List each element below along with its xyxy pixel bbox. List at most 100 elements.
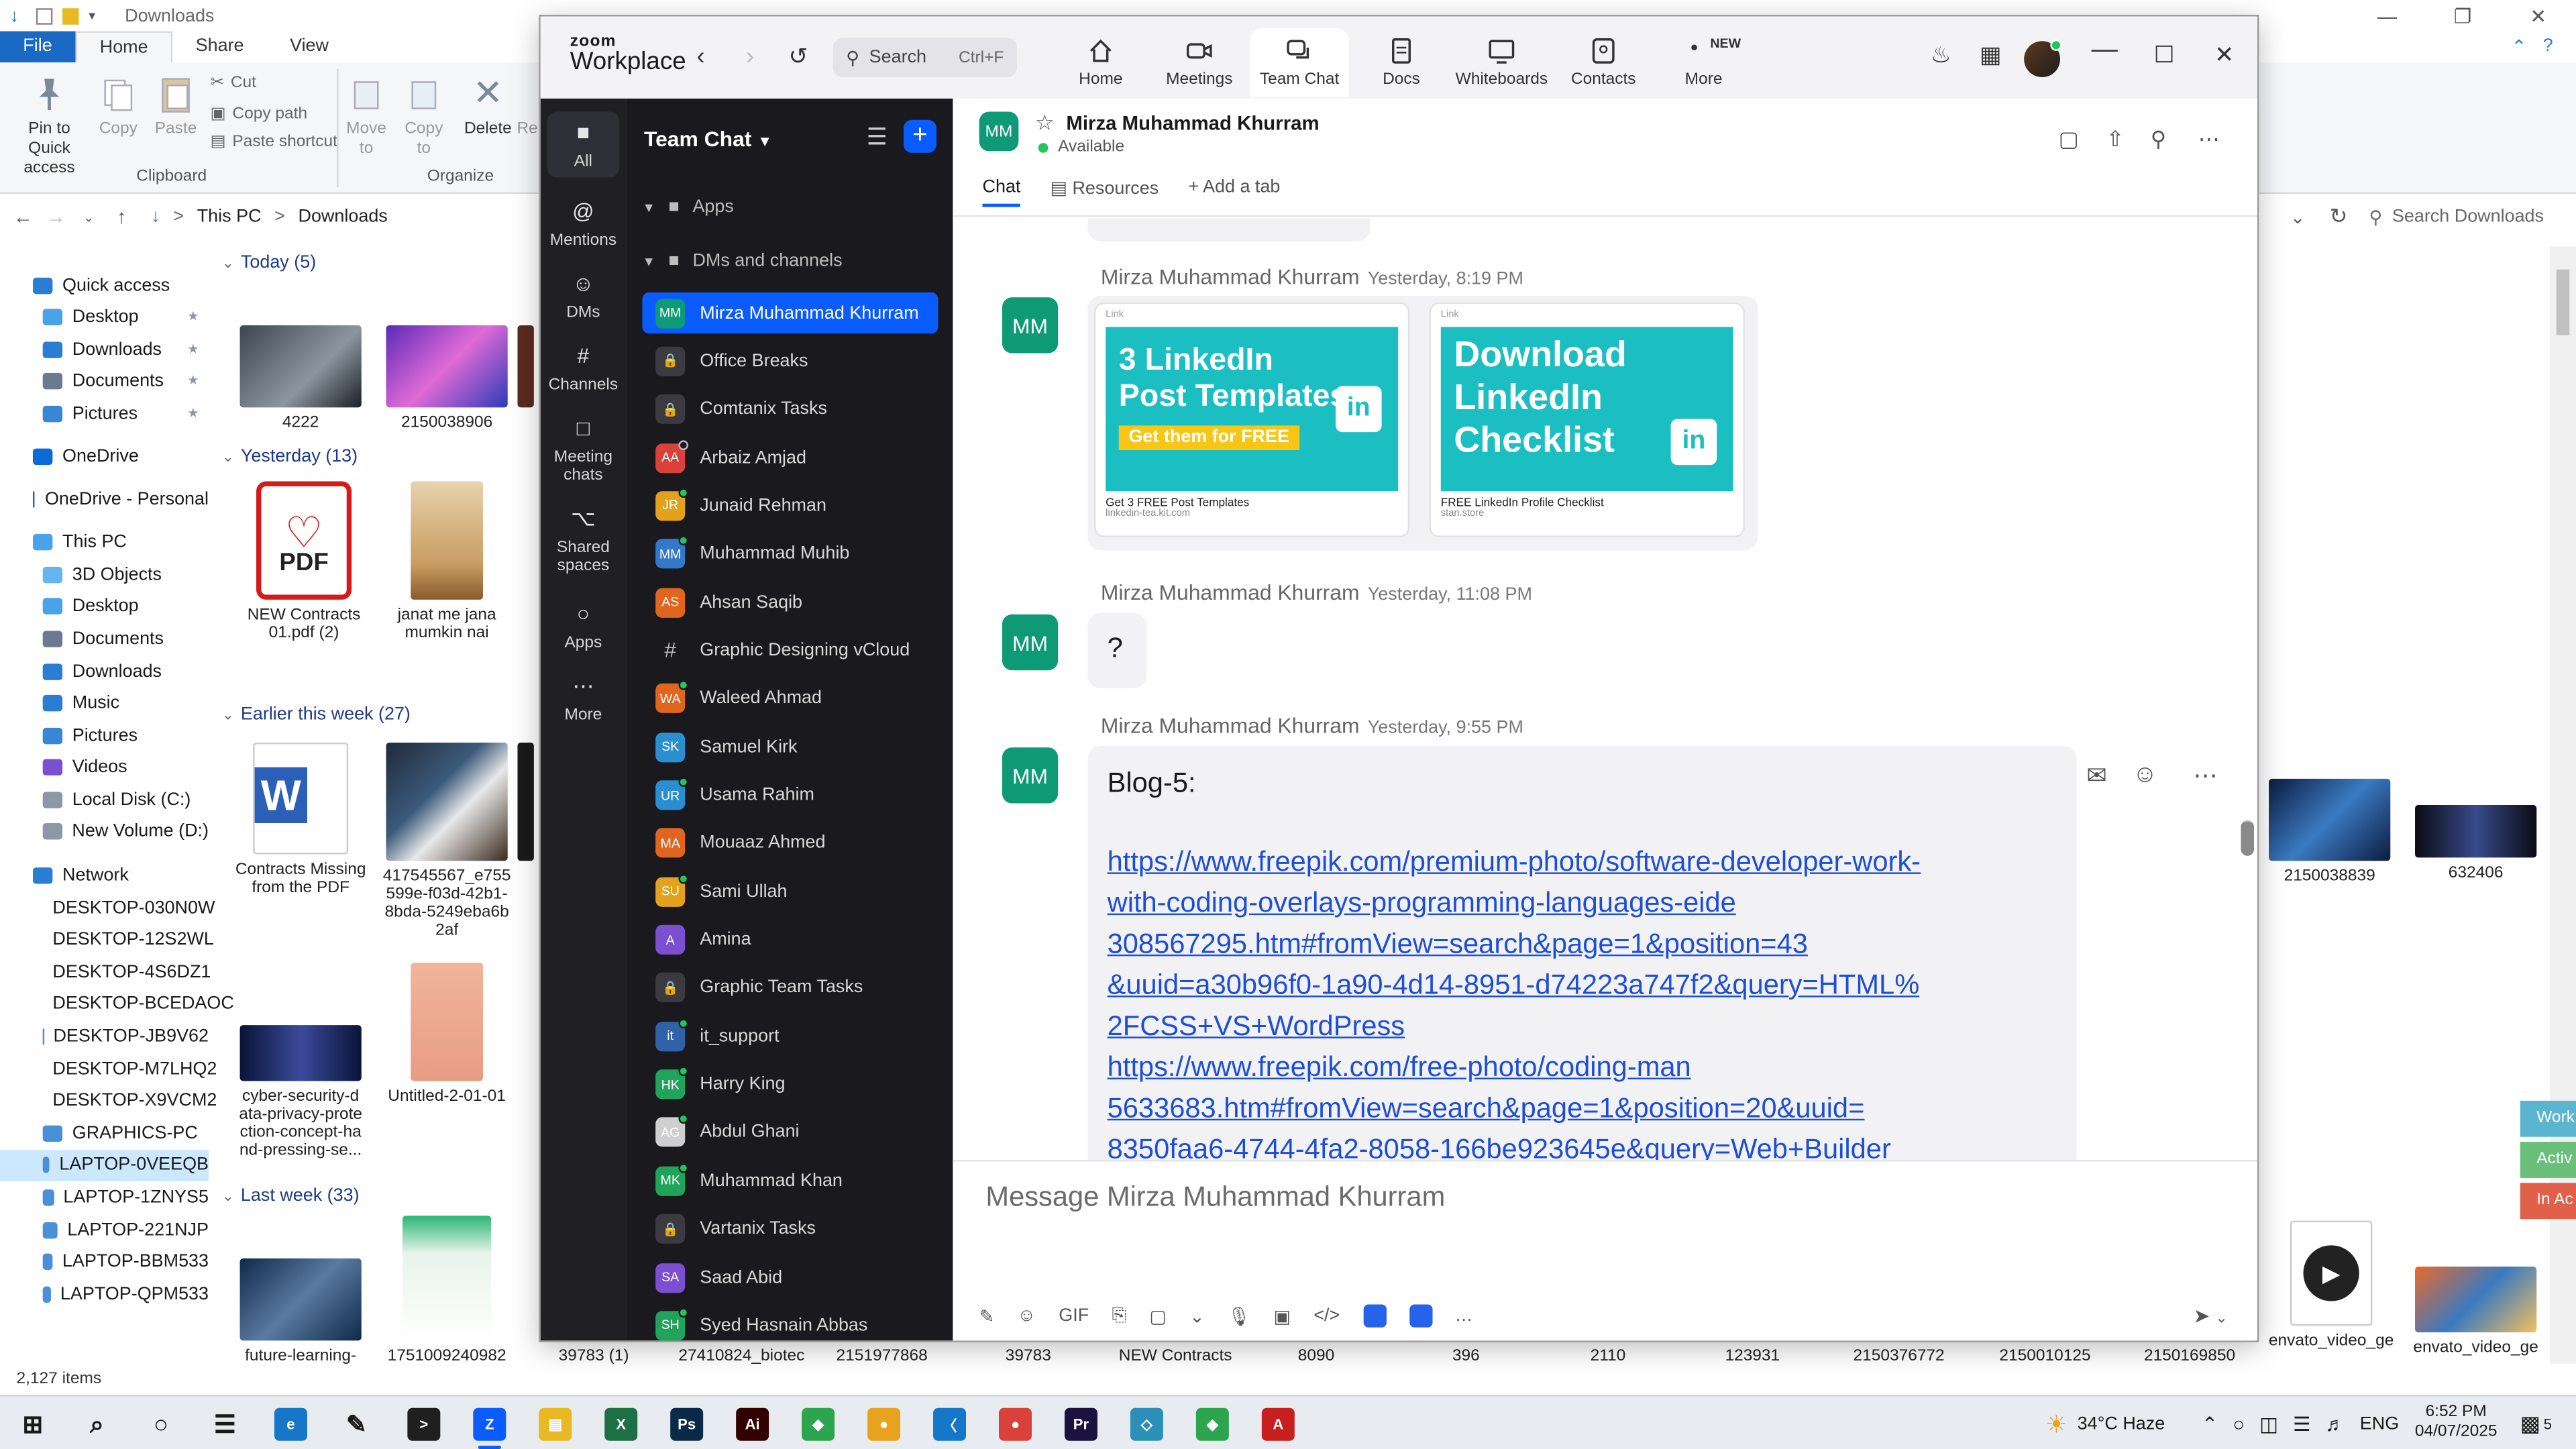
paste-shortcut-button[interactable]: ▤ Paste shortcut <box>210 133 337 151</box>
rail-meeting-chats[interactable]: □ Meeting chats <box>541 414 626 485</box>
up-arrow-icon[interactable]: ↑ <box>105 205 138 228</box>
reply-thread-icon[interactable]: ✉ <box>2086 761 2107 790</box>
dm-item[interactable]: SU Sami Ullah <box>643 871 938 912</box>
language-indicator[interactable]: ENG <box>2360 1413 2399 1433</box>
forward-arrow-icon[interactable]: › <box>746 43 754 71</box>
message-link-line[interactable]: 5633683.htm#fromView=search&page=1&posit… <box>1108 1087 1921 1128</box>
dm-item[interactable]: AG Abdul Ghani <box>643 1112 938 1153</box>
nav-item[interactable]: This PC <box>0 526 209 557</box>
taskbar-premiere-icon[interactable]: Pr <box>1064 1407 1097 1441</box>
file-thumbnail[interactable]: 2150038839 <box>2264 778 2396 885</box>
file-thumbnail[interactable]: janat me jana mumkin nai <box>381 481 513 643</box>
nav-item[interactable]: Pictures ★ <box>0 398 209 429</box>
close-icon[interactable]: ✕ <box>2500 0 2576 33</box>
rail-apps[interactable]: ○ Apps <box>541 600 626 653</box>
copy-button[interactable]: Copy <box>95 72 142 140</box>
dm-item[interactable]: SA Saad Abid <box>643 1256 938 1297</box>
address-dropdown-icon[interactable]: ⌄ <box>2290 206 2306 227</box>
message-link-line[interactable]: &uuid=a30b96f0-1a90-4d14-8951-d74223a747… <box>1108 965 1921 1006</box>
add-tab-button[interactable]: + Add a tab <box>1188 177 1280 207</box>
taskbar-chrome-icon[interactable]: ● <box>867 1407 901 1441</box>
file-name-label[interactable]: 2150169850 <box>2144 1347 2235 1365</box>
breadcrumb-downloads[interactable]: Downloads <box>298 207 387 227</box>
message-input[interactable]: Message Mirza Muhammad Khurram <box>985 1181 1445 1214</box>
down-arrow-icon[interactable]: ↓ <box>10 7 26 25</box>
chevron-down-icon[interactable]: ⌄ <box>1189 1305 1205 1326</box>
wifi-icon[interactable]: ☰ <box>2293 1412 2310 1435</box>
dm-item[interactable]: it it_support <box>643 1016 938 1057</box>
paste-button[interactable]: Paste <box>151 72 200 140</box>
dm-item[interactable]: JR Junaid Rehman <box>643 485 938 526</box>
dm-item[interactable]: MM Mirza Muhammad Khurram <box>642 292 938 334</box>
move-to-button[interactable]: Move to <box>341 72 390 160</box>
dm-item[interactable]: SH Syed Hasnain Abbas <box>643 1305 938 1341</box>
channel-item[interactable]: 🔒 Graphic Team Tasks <box>643 967 938 1008</box>
app-icon[interactable] <box>1409 1304 1432 1328</box>
video-call-icon[interactable]: ▢ <box>2059 127 2079 153</box>
side-widget-inactive[interactable]: In Ac <box>2520 1183 2576 1220</box>
taskbar-taskview-icon[interactable]: ☰ <box>209 1408 241 1441</box>
volume-icon[interactable]: ♬ <box>2325 1412 2345 1435</box>
nav-item[interactable]: LAPTOP-221NJP <box>0 1214 209 1246</box>
zoom-search-input[interactable]: ⚲ Search Ctrl+F <box>833 38 1017 78</box>
file-thumbnail[interactable]: W Contracts Missing from the PDF <box>235 742 366 897</box>
nav-item[interactable]: DESKTOP-M7LHQ2 <box>0 1053 217 1085</box>
tray-app-icon[interactable]: ◫ <box>2259 1412 2278 1435</box>
cut-button[interactable]: ✂ Cut <box>210 74 256 92</box>
dm-item[interactable]: HK Harry King <box>643 1064 938 1105</box>
search-icon[interactable]: ⚲ <box>2151 127 2166 153</box>
file-thumbnail[interactable]: future-learning- <box>235 1258 366 1365</box>
app-icon[interactable] <box>1362 1304 1386 1328</box>
nav-item[interactable]: DESKTOP-4S6DZ1 <box>0 957 211 988</box>
rail-channels[interactable]: # Channels <box>541 341 626 394</box>
dm-item[interactable]: WA Waleed Ahmad <box>643 678 938 719</box>
tab-file[interactable]: File <box>0 31 76 63</box>
star-icon[interactable]: ☆ <box>1035 110 1055 136</box>
calendar-icon[interactable]: ▦ <box>1980 41 2001 69</box>
taskbar-vscode-icon[interactable]: 〈 <box>933 1407 967 1441</box>
file-thumbnail[interactable]: 2150038906 <box>381 325 513 432</box>
taskbar-search-icon[interactable]: ⌕ <box>80 1408 113 1441</box>
rail-shared-spaces[interactable]: ⌥ Shared spaces <box>541 504 626 576</box>
recent-chevron-icon[interactable]: ⌄ <box>72 209 105 224</box>
emoji-icon[interactable]: ☺ <box>1017 1306 1036 1326</box>
code-snippet-icon[interactable]: </> <box>1313 1306 1340 1326</box>
nav-item[interactable]: LAPTOP-0VEEQB <box>0 1149 209 1181</box>
message-link-line[interactable]: 8350faa6-4744-4fa2-8058-166be923645e&que… <box>1108 1128 1921 1160</box>
file-thumbnail[interactable]: ♡ PDF NEW Contracts 01.pdf (2) <box>238 481 370 643</box>
user-avatar[interactable] <box>2024 39 2062 78</box>
group-earlier-this-week[interactable]: ⌄ Earlier this week (27) <box>222 705 411 724</box>
tray-overflow-icon[interactable]: ⌃ <box>2202 1412 2218 1435</box>
contact-avatar[interactable]: MM <box>979 111 1019 152</box>
sender-avatar[interactable]: MM <box>1002 747 1059 804</box>
folder-icon[interactable] <box>62 8 79 25</box>
clock[interactable]: 6:52 PM 04/07/2025 <box>2415 1403 2498 1442</box>
tab-share[interactable]: Share <box>172 32 266 63</box>
taskbar-app2-icon[interactable]: ◇ <box>1130 1407 1163 1441</box>
tab-meetings[interactable]: Meetings <box>1150 28 1248 97</box>
tab-home[interactable]: Home <box>1051 28 1150 97</box>
more-options-icon[interactable]: ⋯ <box>2198 127 2220 153</box>
nav-item[interactable]: Local Disk (C:) <box>0 784 209 815</box>
file-name-label[interactable]: 39783 <box>1006 1347 1051 1365</box>
weather-widget[interactable]: ☀ 34°C Haze <box>2045 1397 2165 1449</box>
rail-more[interactable]: ⋯ More <box>541 672 626 724</box>
close-icon[interactable]: ✕ <box>2214 41 2234 69</box>
file-name-label[interactable]: 27410824_biotec <box>678 1347 804 1365</box>
message-link-line[interactable]: with-coding-overlays-programming-languag… <box>1108 882 1921 923</box>
chat-scrollbar[interactable] <box>2241 219 2255 1204</box>
gif-icon[interactable]: GIF <box>1059 1306 1089 1326</box>
dm-item[interactable]: A Amina <box>643 919 938 960</box>
delete-button[interactable]: ✕ Delete <box>464 72 513 140</box>
nav-item[interactable]: Downloads ★ <box>0 333 209 365</box>
dm-item[interactable]: UR Usama Rahim <box>643 775 938 816</box>
nav-item[interactable]: Videos <box>0 751 209 782</box>
dm-item[interactable]: AA Arbaiz Amjad <box>643 437 938 478</box>
tab-contacts[interactable]: Contacts <box>1554 28 1653 97</box>
nav-item[interactable]: DESKTOP-X9VCM2 <box>0 1085 217 1117</box>
rail-mentions[interactable]: @ Mentions <box>541 197 626 250</box>
history-icon[interactable]: ↺ <box>789 43 808 71</box>
file-name-label[interactable]: 2150010125 <box>1999 1347 2090 1365</box>
file-thumbnail[interactable]: 417545567_e755 599e-f03d-42b1-8bda-5249e… <box>381 742 513 940</box>
nav-item[interactable]: OneDrive - Personal <box>0 483 209 515</box>
